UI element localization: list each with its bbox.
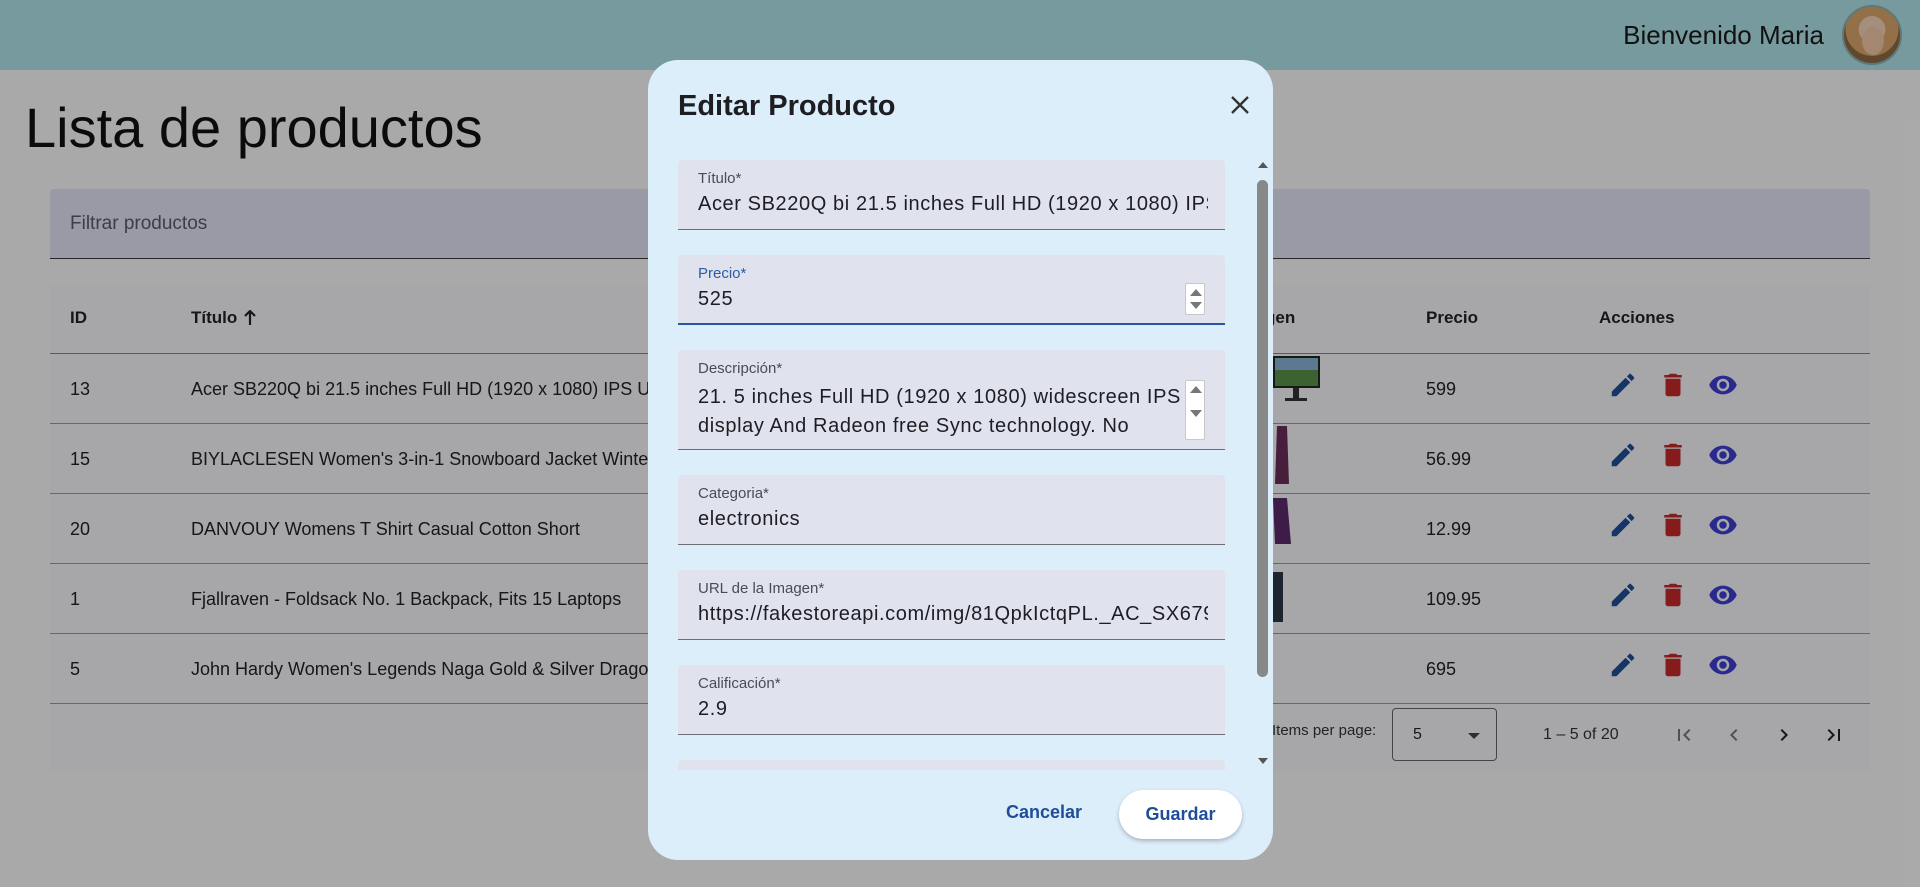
rating-field[interactable]: Calificación* 2.9	[678, 665, 1225, 735]
dialog-scrollbar-thumb[interactable]	[1257, 180, 1268, 677]
close-button[interactable]	[1220, 85, 1260, 125]
title-field[interactable]: Título* Acer SB220Q bi 21.5 inches Full …	[678, 160, 1225, 230]
cancel-button[interactable]: Cancelar	[1006, 802, 1082, 823]
description-field-value: 21. 5 inches Full HD (1920 x 1080) wides…	[698, 386, 1181, 437]
dialog-form: Título* Acer SB220Q bi 21.5 inches Full …	[678, 160, 1258, 770]
scroll-up-arrow-icon[interactable]	[1257, 160, 1269, 170]
category-field-value: electronics	[698, 508, 801, 530]
textarea-scrollbar[interactable]	[1185, 380, 1205, 440]
image-url-field-label: URL de la Imagen*	[698, 580, 825, 597]
edit-product-dialog: Editar Producto Título* Acer SB220Q bi 2…	[648, 60, 1273, 860]
close-icon	[1231, 96, 1249, 114]
price-field-value: 525	[698, 288, 734, 310]
stepper-down-icon[interactable]	[1190, 302, 1202, 309]
description-field[interactable]: Descripción* 21. 5 inches Full HD (1920 …	[678, 350, 1225, 450]
scroll-down-icon[interactable]	[1190, 410, 1202, 417]
save-button[interactable]: Guardar	[1119, 790, 1242, 839]
price-field[interactable]: Precio* 525	[678, 255, 1225, 325]
stepper-up-icon[interactable]	[1190, 289, 1202, 296]
dialog-title: Editar Producto	[678, 90, 896, 122]
title-field-label: Título*	[698, 170, 742, 187]
scroll-down-arrow-icon[interactable]	[1257, 756, 1269, 766]
rating-field-value: 2.9	[698, 698, 728, 720]
image-url-field[interactable]: URL de la Imagen* https://fakestoreapi.c…	[678, 570, 1225, 640]
title-field-value: Acer SB220Q bi 21.5 inches Full HD (1920…	[698, 193, 1208, 215]
rating-field-label: Calificación*	[698, 675, 781, 692]
description-field-label: Descripción*	[698, 360, 783, 377]
image-url-field-value: https://fakestoreapi.com/img/81QpkIctqPL…	[698, 603, 1208, 625]
category-field[interactable]: Categoria* electronics	[678, 475, 1225, 545]
category-field-label: Categoria*	[698, 485, 769, 502]
price-stepper[interactable]	[1185, 283, 1205, 315]
price-field-label: Precio*	[698, 265, 747, 282]
next-field-partial[interactable]	[678, 760, 1225, 770]
scroll-up-icon[interactable]	[1190, 386, 1202, 393]
dialog-actions: Cancelar Guardar	[648, 790, 1273, 850]
